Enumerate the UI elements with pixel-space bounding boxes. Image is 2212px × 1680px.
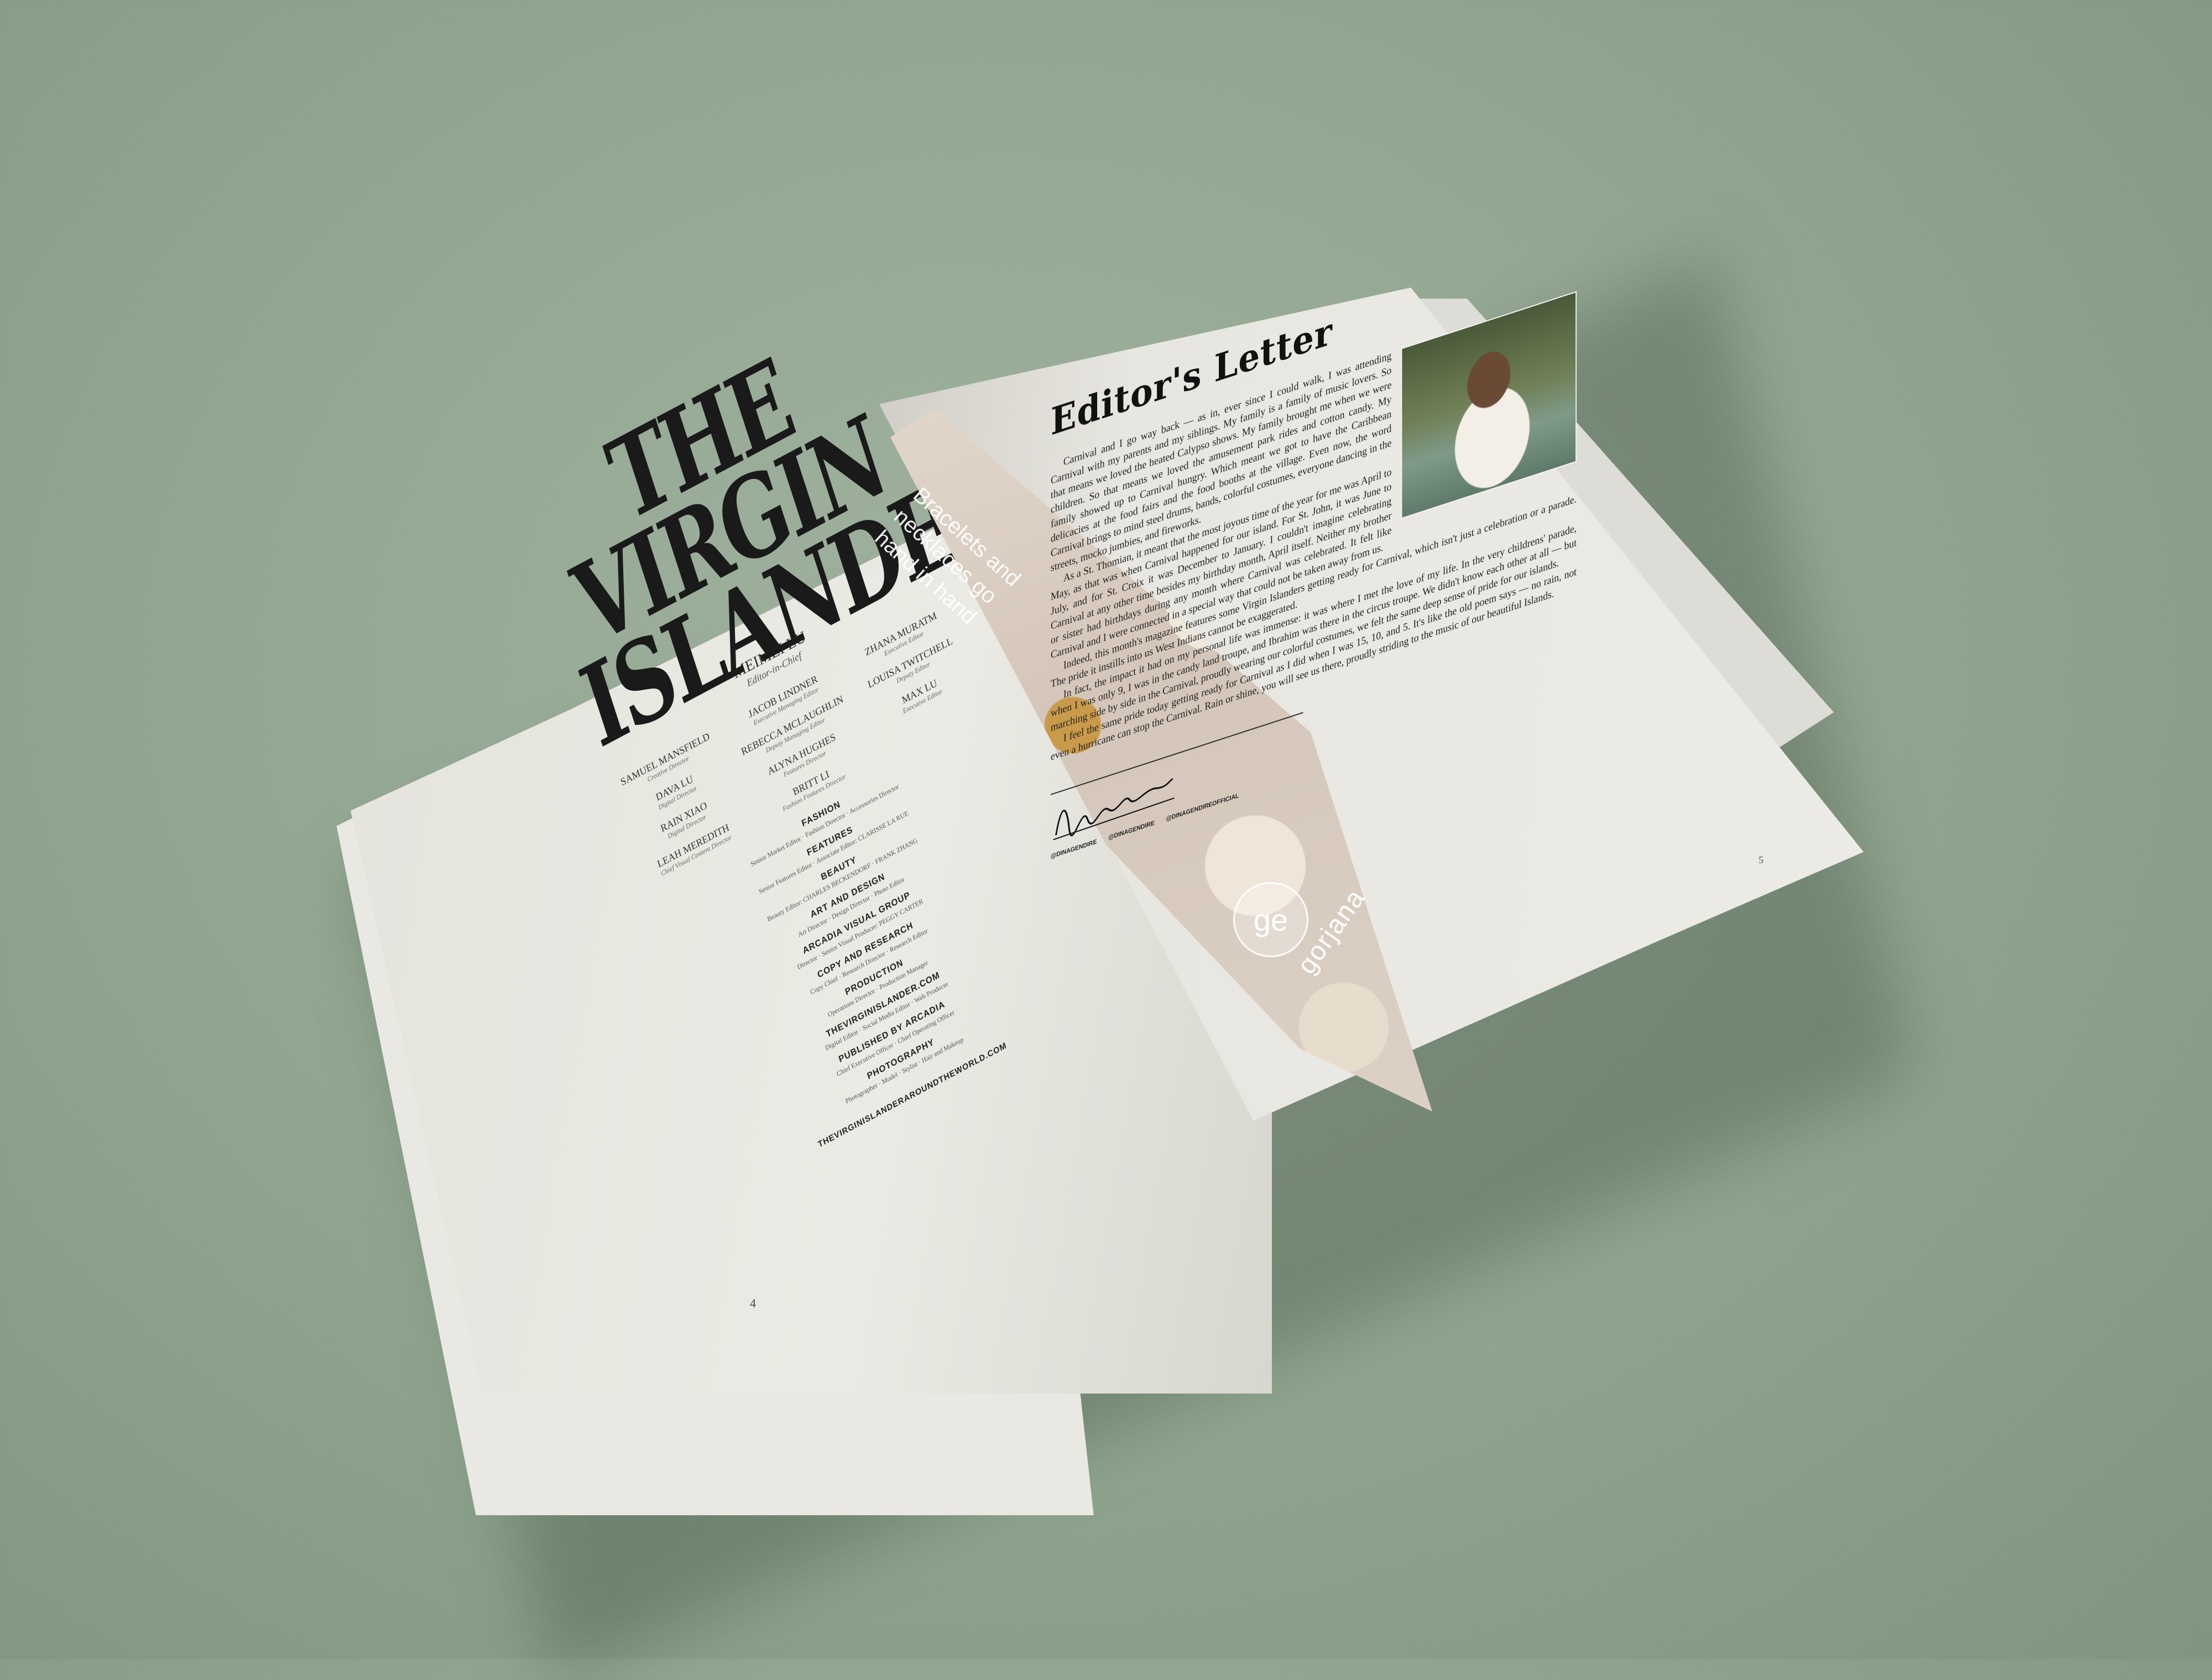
page-number-left: 4 bbox=[750, 1296, 756, 1310]
page-number-right: 5 bbox=[1759, 854, 1764, 865]
magazine-mockup-scene: THE VIRGIN ISLANDER MEIMEI LU Editor-in-… bbox=[0, 0, 2212, 1680]
